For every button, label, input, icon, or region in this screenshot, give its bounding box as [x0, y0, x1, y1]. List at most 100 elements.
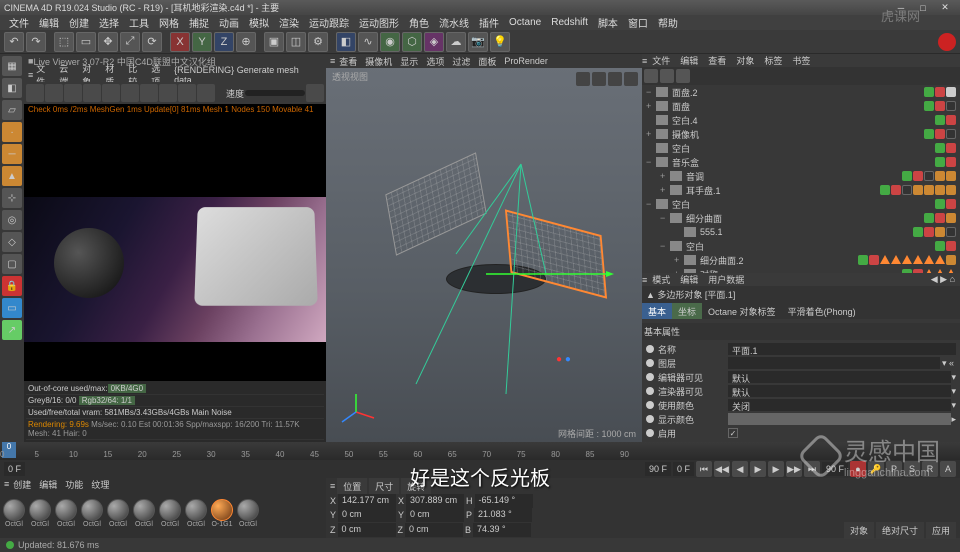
tree-row-4[interactable]: 空白 [642, 141, 960, 155]
menu-render[interactable]: 渲染 [274, 15, 304, 30]
tree-expand-icon[interactable]: − [660, 213, 670, 223]
locked-workplane-button[interactable]: 🔒 [2, 276, 22, 296]
tree-row-7[interactable]: +耳手盘.1 [642, 183, 960, 197]
attr-tab-basic[interactable]: 基本 [642, 303, 672, 319]
poly-mode-button[interactable]: ▲ [2, 166, 22, 186]
octane-status-icon[interactable] [938, 33, 956, 51]
tree-row-2[interactable]: 空白.4 [642, 113, 960, 127]
vp-menu-view[interactable]: 查看 [335, 55, 361, 68]
workplane-button[interactable]: ▱ [2, 100, 22, 120]
attr-tab-octane[interactable]: Octane 对象标签 [702, 303, 782, 319]
edge-mode-button[interactable]: ─ [2, 144, 22, 164]
vp-maximize-icon[interactable] [624, 72, 638, 86]
material-slot-9[interactable]: OctGl [236, 499, 260, 529]
camera-button[interactable]: 📷 [468, 32, 488, 52]
workplane-snap-button[interactable]: ▢ [2, 254, 22, 274]
cube-primitive-button[interactable]: ◧ [336, 32, 356, 52]
tree-row-6[interactable]: +音调 [642, 169, 960, 183]
material-slot-7[interactable]: OctGl [184, 499, 208, 529]
rot-p-field[interactable]: 21.083 ° [474, 508, 532, 522]
tree-expand-icon[interactable]: − [646, 87, 656, 97]
render-region-button[interactable]: ◫ [286, 32, 306, 52]
menu-window[interactable]: 窗口 [623, 15, 653, 30]
tag-icon[interactable] [924, 87, 934, 97]
tag-icon[interactable] [935, 227, 945, 237]
tag-icon[interactable] [946, 129, 956, 139]
field-disp-color[interactable] [728, 413, 951, 425]
rotate-button[interactable]: ⟳ [142, 32, 162, 52]
om-menu-file[interactable]: 文件 [647, 54, 675, 67]
menu-octane[interactable]: Octane [504, 17, 546, 28]
attr-tab-coord[interactable]: 坐标 [672, 303, 702, 319]
menu-edit[interactable]: 编辑 [34, 15, 64, 30]
tag-icon[interactable] [935, 157, 945, 167]
tag-icon[interactable] [946, 213, 956, 223]
tree-expand-icon[interactable]: − [646, 157, 656, 167]
tag-icon[interactable] [913, 171, 923, 181]
pos-x-field[interactable]: 142.177 cm [338, 494, 396, 508]
tree-expand-icon[interactable]: − [646, 199, 656, 209]
frame-current-field[interactable]: 0 F [673, 462, 694, 476]
select-live-button[interactable]: ⬚ [54, 32, 74, 52]
object-name-label[interactable]: 空白 [684, 240, 706, 253]
menu-script[interactable]: 脚本 [593, 15, 623, 30]
material-slot-8[interactable]: O-1G1 [210, 499, 234, 529]
tag-icon[interactable] [924, 185, 934, 195]
tree-row-3[interactable]: +摄像机 [642, 127, 960, 141]
menu-mograph[interactable]: 运动图形 [354, 15, 404, 30]
tag-icon[interactable] [946, 199, 956, 209]
vp-orbit-icon[interactable] [608, 72, 622, 86]
tag-icon[interactable] [924, 213, 934, 223]
tag-icon[interactable] [902, 185, 912, 195]
tag-icon[interactable] [935, 213, 945, 223]
enable-axis-button[interactable]: ⊹ [2, 188, 22, 208]
play-button[interactable]: ▶ [750, 461, 766, 477]
object-name-label[interactable]: 摄像机 [670, 128, 701, 141]
lv-refresh-button[interactable] [83, 84, 101, 102]
material-slot-1[interactable]: OctGl [28, 499, 52, 529]
vp-pan-icon[interactable] [576, 72, 590, 86]
material-slot-5[interactable]: OctGl [132, 499, 156, 529]
attr-tab-phong[interactable]: 平滑着色(Phong) [782, 303, 862, 319]
object-name-label[interactable]: 音乐盒 [670, 156, 701, 169]
lv-region-button[interactable] [140, 84, 158, 102]
tag-icon[interactable] [946, 87, 956, 97]
tag-icon[interactable] [924, 255, 934, 264]
size-z-field[interactable]: 0 cm [405, 523, 463, 537]
pos-y-field[interactable]: 0 cm [338, 508, 396, 522]
key-param-button[interactable]: A [940, 461, 956, 477]
vp-menu-prorender[interactable]: ProRender [500, 56, 552, 66]
tag-icon[interactable] [880, 185, 890, 195]
vp-menu-display[interactable]: 显示 [396, 55, 422, 68]
field-name[interactable]: 平面.1 [728, 343, 956, 355]
tag-icon[interactable] [935, 255, 945, 264]
tree-row-9[interactable]: −细分曲面 [642, 211, 960, 225]
coord-button[interactable]: ⊕ [236, 32, 256, 52]
deformer-button[interactable]: ◈ [424, 32, 444, 52]
tag-icon[interactable] [902, 171, 912, 181]
x-axis-button[interactable]: X [170, 32, 190, 52]
tag-icon[interactable] [924, 101, 934, 111]
field-layer[interactable] [728, 357, 940, 369]
tag-icon[interactable] [935, 185, 945, 195]
render-view-button[interactable]: ▣ [264, 32, 284, 52]
vp-menu-panel[interactable]: 面板 [474, 55, 500, 68]
tag-icon[interactable] [935, 129, 945, 139]
coord-tab-pos[interactable]: 位置 [337, 478, 367, 495]
tag-icon[interactable] [858, 255, 868, 265]
redo-button[interactable]: ↷ [26, 32, 46, 52]
om-menu-view[interactable]: 查看 [703, 54, 731, 67]
size-y-field[interactable]: 0 cm [406, 508, 464, 522]
frame-end-field[interactable]: 90 F [645, 462, 671, 476]
goto-start-button[interactable]: ⏮ [696, 461, 712, 477]
lv-pick-button[interactable] [121, 84, 139, 102]
tree-expand-icon[interactable]: + [660, 171, 670, 181]
prev-key-button[interactable]: ◀◀ [714, 461, 730, 477]
y-axis-button[interactable]: Y [192, 32, 212, 52]
material-slot-3[interactable]: OctGl [80, 499, 104, 529]
om-menu-tags[interactable]: 标签 [759, 54, 787, 67]
tag-icon[interactable] [935, 241, 945, 251]
lv-clay-button[interactable] [159, 84, 177, 102]
tag-icon[interactable] [946, 101, 956, 111]
lv-lock-button[interactable] [102, 84, 120, 102]
